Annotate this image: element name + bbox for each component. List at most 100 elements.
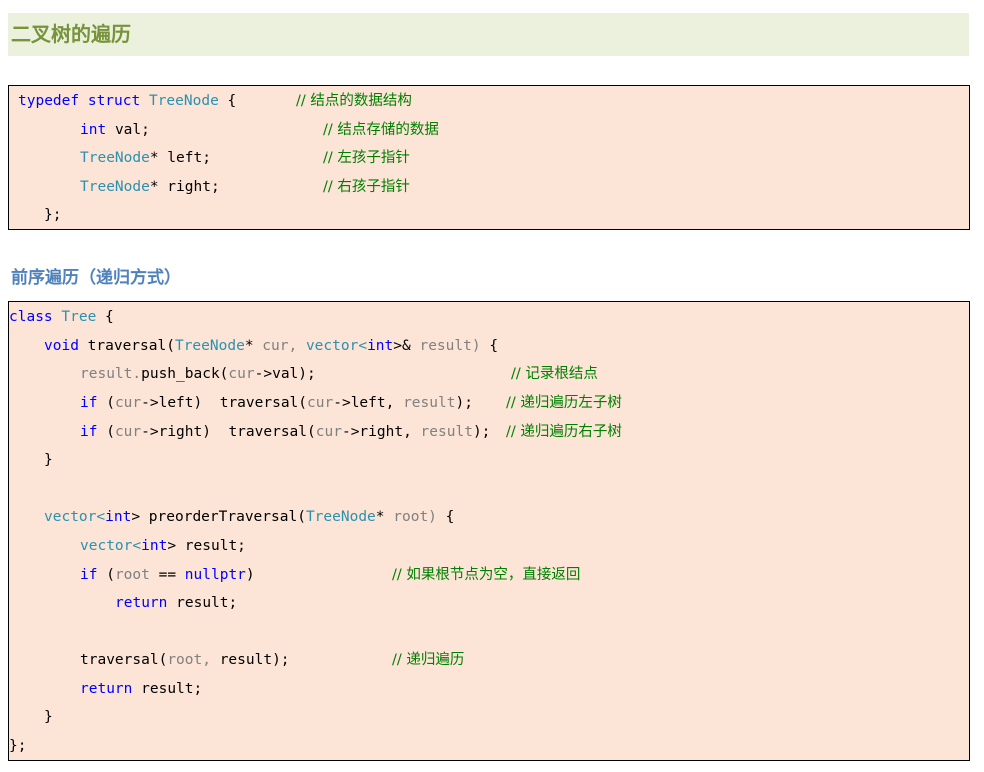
parameter: result — [403, 395, 456, 411]
code-comment: // 右孩子指针 — [323, 179, 410, 195]
type-name: < — [358, 338, 368, 354]
code-line: TreeNode* left; — [80, 148, 211, 168]
type-name: < — [132, 538, 142, 554]
parameter: cur — [228, 366, 255, 382]
code-text: >& — [393, 338, 411, 354]
code-line: if (root == nullptr) — [80, 565, 255, 585]
code-line: int val; — [80, 120, 150, 140]
type-name: TreeNode — [174, 338, 245, 354]
class-code-block: class Tree { void traversal(TreeNode* cu… — [8, 301, 970, 761]
code-line: }; — [9, 738, 27, 754]
subsection-heading: 前序遍历（递归方式） — [11, 268, 181, 288]
code-text: traversal( — [228, 424, 316, 440]
code-line: if (cur->right) traversal(cur->right, re… — [80, 422, 490, 442]
parameter: result — [420, 424, 473, 440]
code-line: return result; — [80, 679, 202, 699]
keyword: int — [367, 338, 394, 354]
code-text: traversal( — [80, 652, 168, 668]
type-name: vector — [80, 538, 133, 554]
code-line: vector<int> result; — [80, 536, 246, 556]
code-text: result); — [219, 652, 290, 668]
keyword: int — [80, 122, 107, 138]
keyword: nullptr — [184, 567, 246, 583]
type-name: TreeNode — [80, 179, 150, 195]
code-text: ->left, — [333, 395, 395, 411]
code-comment: // 如果根节点为空，直接返回 — [392, 567, 581, 583]
code-comment: // 递归遍历左子树 — [506, 395, 622, 411]
code-text: ( — [106, 567, 115, 583]
type-name: TreeNode — [80, 150, 150, 166]
code-comment: // 递归遍历 — [392, 652, 465, 668]
keyword: return — [80, 681, 133, 697]
code-line: return result; — [115, 593, 237, 613]
code-text: ( — [106, 395, 115, 411]
code-text: * — [244, 338, 254, 354]
code-text: ->right) — [141, 424, 211, 440]
code-text: { — [227, 93, 237, 109]
section-heading-bar: 二叉树的遍历 — [8, 13, 969, 56]
code-text: ); — [472, 424, 491, 440]
parameter: cur — [114, 395, 142, 411]
code-text: result; — [141, 681, 203, 697]
code-line: }; — [44, 207, 62, 223]
keyword: typedef — [18, 93, 80, 109]
type-name: Tree — [61, 309, 97, 325]
code-text: val; — [114, 122, 150, 138]
code-text: == — [158, 567, 177, 583]
code-line: TreeNode* right; — [80, 177, 220, 197]
parameter: root, — [167, 652, 211, 668]
code-comment: // 结点的数据结构 — [296, 93, 412, 109]
type-name: TreeNode — [305, 509, 376, 525]
keyword: if — [80, 567, 98, 583]
keyword: class — [9, 309, 53, 325]
code-text: ); — [455, 395, 473, 411]
code-line: result.push_back(cur->val); — [80, 364, 316, 384]
parameter: result. — [80, 366, 142, 382]
code-line: } — [44, 452, 53, 468]
code-text: ->right, — [341, 424, 412, 440]
parameter: cur — [114, 424, 142, 440]
code-text: * right; — [149, 179, 220, 195]
code-comment: // 记录根结点 — [511, 366, 598, 382]
code-text: ( — [106, 424, 115, 440]
code-text: * left; — [149, 150, 211, 166]
code-text: traversal( — [87, 338, 175, 354]
keyword: if — [80, 424, 98, 440]
code-text: * — [375, 509, 385, 525]
code-text: result; — [176, 595, 238, 611]
code-text: > — [131, 509, 141, 525]
section-heading: 二叉树的遍历 — [11, 22, 131, 46]
code-line: typedef struct TreeNode { — [18, 91, 236, 111]
parameter: cur — [307, 395, 334, 411]
code-text: { — [105, 309, 114, 325]
keyword: int — [105, 509, 132, 525]
type-name: TreeNode — [148, 93, 219, 109]
keyword: struct — [87, 93, 141, 109]
code-text: ->left) — [141, 395, 203, 411]
code-line: traversal(root, result); — [80, 650, 290, 670]
code-text: { — [445, 509, 455, 525]
keyword: void — [44, 338, 79, 354]
code-text: traversal( — [219, 395, 308, 411]
code-text: push_back( — [141, 366, 229, 382]
parameter: root — [114, 567, 150, 583]
keyword: if — [80, 395, 98, 411]
parameter: result) — [419, 338, 481, 354]
code-text: preorderTraversal( — [148, 509, 306, 525]
code-text: ->val); — [254, 366, 316, 382]
type-name: < — [96, 509, 106, 525]
code-line: void traversal(TreeNode* cur, vector<int… — [44, 336, 498, 356]
code-line: if (cur->left) traversal(cur->left, resu… — [80, 393, 473, 413]
code-text: result; — [184, 538, 246, 554]
parameter: cur, — [262, 338, 298, 354]
keyword: int — [141, 538, 168, 554]
parameter: root) — [393, 509, 437, 525]
keyword: return — [115, 595, 168, 611]
code-text: > — [167, 538, 177, 554]
code-comment: // 结点存储的数据 — [323, 122, 439, 138]
code-line: class Tree { — [9, 307, 114, 327]
code-text: ) — [245, 567, 255, 583]
code-line: } — [44, 709, 53, 725]
code-line: vector<int> preorderTraversal(TreeNode* … — [44, 507, 454, 527]
code-comment: // 左孩子指针 — [323, 150, 410, 166]
